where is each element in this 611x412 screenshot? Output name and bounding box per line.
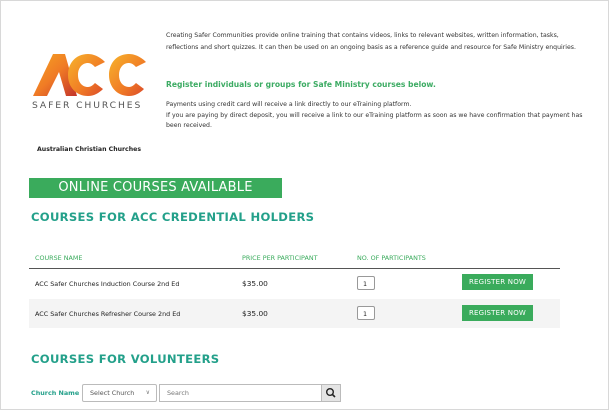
online-courses-banner: ONLINE COURSES AVAILABLE [29, 178, 282, 198]
course-price: $35.00 [242, 279, 268, 288]
search-icon [325, 388, 336, 398]
church-select[interactable]: Select Church ∨ [82, 384, 157, 402]
organization-name: Australian Christian Churches [37, 146, 142, 153]
acc-logo-mark [33, 54, 146, 96]
payment-line-card: Payments using credit card will receive … [166, 101, 412, 108]
course-name: ACC Safer Churches Induction Course 2nd … [35, 280, 180, 288]
register-now-button[interactable]: REGISTER NOW [462, 305, 533, 321]
register-heading: Register individuals or groups for Safe … [166, 80, 436, 89]
acc-logo [31, 52, 149, 98]
church-select-value: Select Church [90, 389, 135, 397]
course-price: $35.00 [242, 309, 268, 318]
payment-line-deposit: If you are paying by direct deposit, you… [166, 111, 583, 130]
table-row: ACC Safer Churches Refresher Course 2nd … [29, 299, 560, 328]
logo-subtitle: SAFER CHURCHES [32, 100, 143, 111]
column-price: PRICE PER PARTICIPANT [242, 254, 318, 262]
column-course-name: COURSE NAME [35, 254, 83, 262]
course-name: ACC Safer Churches Refresher Course 2nd … [35, 310, 181, 318]
register-now-button[interactable]: REGISTER NOW [462, 274, 533, 290]
search-input[interactable]: Search [159, 384, 322, 402]
credential-holders-heading: COURSES FOR ACC CREDENTIAL HOLDERS [31, 210, 315, 224]
church-name-label: Church Name [31, 389, 80, 397]
search-button[interactable] [321, 384, 341, 402]
participants-input[interactable]: 1 [357, 306, 375, 320]
participants-input[interactable]: 1 [357, 276, 375, 290]
table-header: COURSE NAME PRICE PER PARTICIPANT NO. OF… [29, 250, 560, 269]
payment-info: Payments using credit card will receive … [166, 100, 586, 132]
chevron-down-icon: ∨ [145, 389, 150, 396]
table-row: ACC Safer Churches Induction Course 2nd … [29, 269, 560, 298]
column-participants: NO. OF PARTICIPANTS [357, 254, 426, 262]
courses-table: COURSE NAME PRICE PER PARTICIPANT NO. OF… [29, 250, 560, 328]
volunteers-heading: COURSES FOR VOLUNTEERS [31, 352, 220, 366]
intro-paragraph: Creating Safer Communities provide onlin… [166, 32, 576, 51]
